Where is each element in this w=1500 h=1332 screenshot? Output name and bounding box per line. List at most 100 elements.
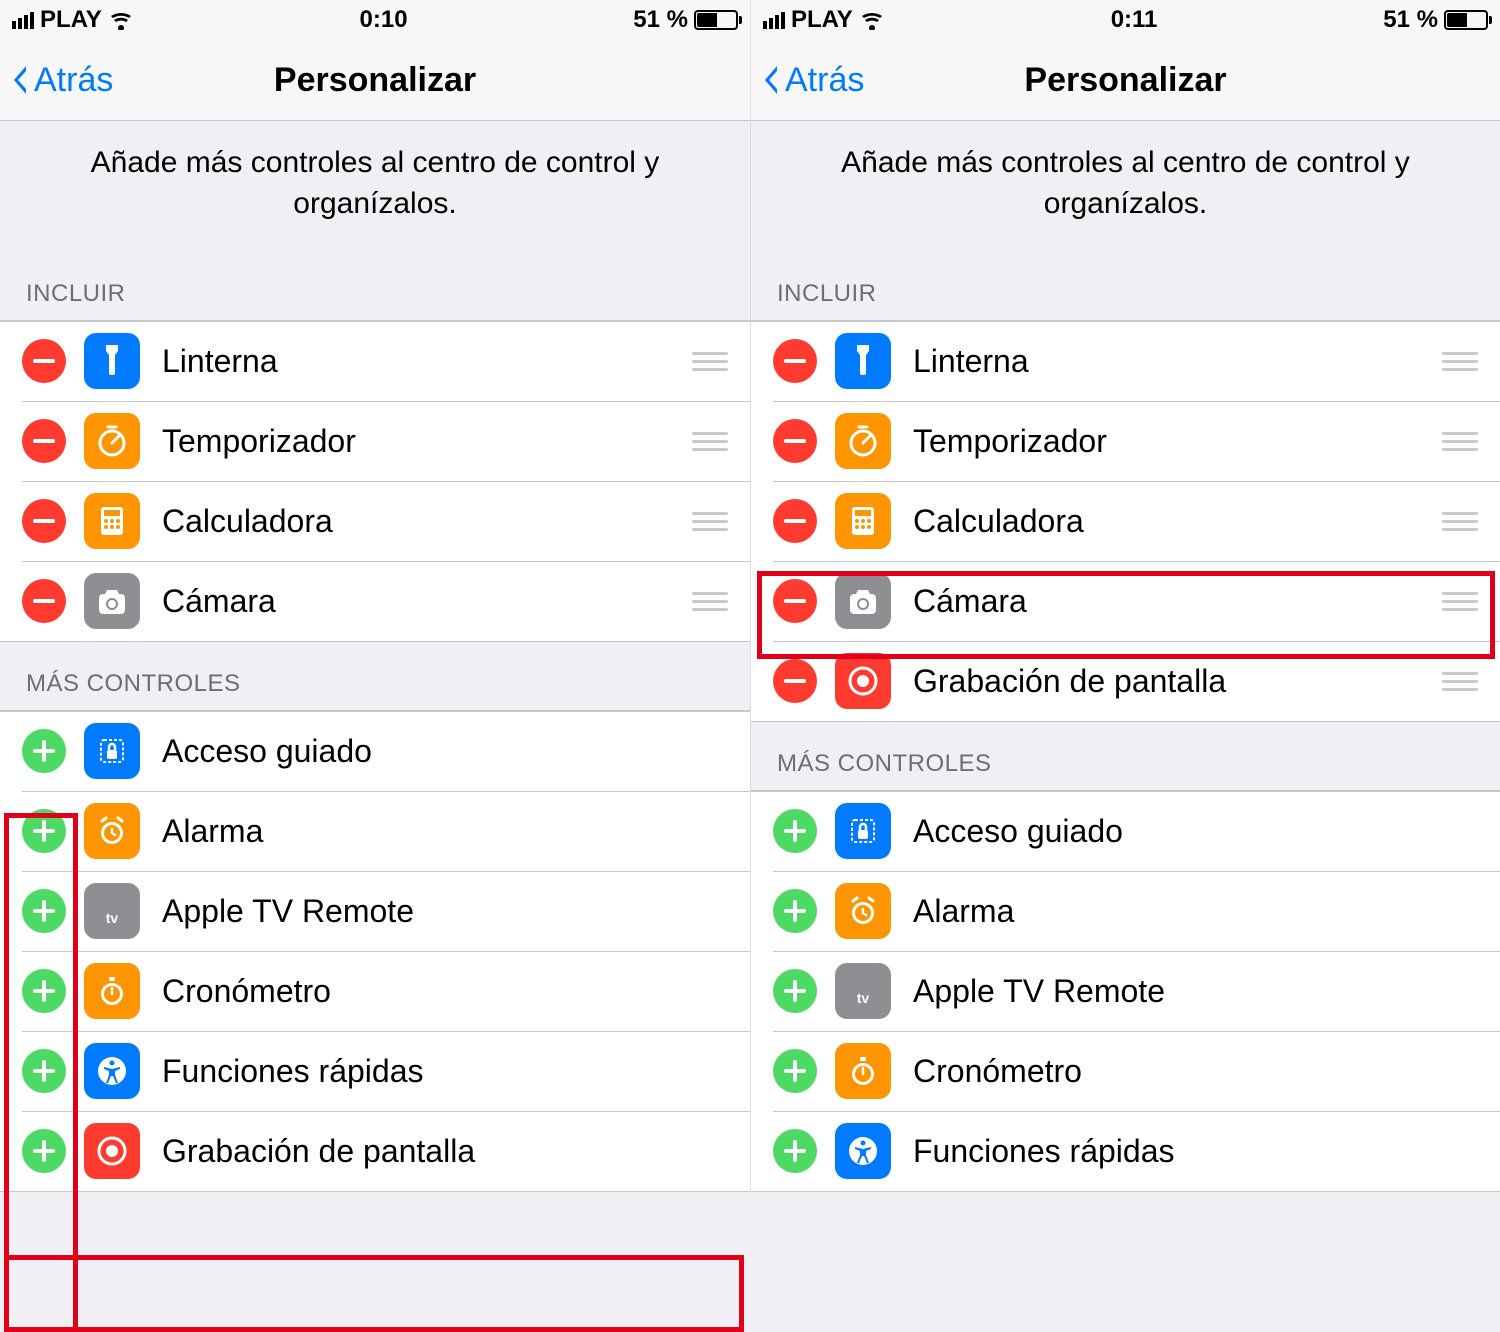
control-row: Acceso guiado bbox=[0, 711, 750, 791]
remove-button[interactable] bbox=[773, 579, 817, 623]
carrier-label: PLAY bbox=[791, 6, 853, 34]
plus-icon bbox=[784, 980, 806, 1002]
flashlight-icon bbox=[84, 333, 140, 389]
plus-icon bbox=[33, 820, 55, 842]
battery-icon bbox=[694, 10, 738, 30]
control-label: Temporizador bbox=[162, 423, 690, 460]
add-button[interactable] bbox=[773, 809, 817, 853]
lock-icon bbox=[84, 723, 140, 779]
status-time: 0:10 bbox=[360, 6, 408, 34]
add-button[interactable] bbox=[773, 969, 817, 1013]
control-label: Apple TV Remote bbox=[162, 893, 750, 930]
control-row: Linterna bbox=[751, 321, 1500, 401]
timer-icon bbox=[84, 413, 140, 469]
nav-bar: Atrás Personalizar bbox=[751, 40, 1500, 121]
control-row: Cronómetro bbox=[751, 1031, 1500, 1111]
minus-icon bbox=[784, 599, 806, 603]
more-list: Acceso guiadoAlarmaApple TV RemoteCronóm… bbox=[0, 710, 750, 1192]
control-label: Cámara bbox=[162, 583, 690, 620]
chevron-left-icon bbox=[8, 62, 32, 98]
control-row: Temporizador bbox=[0, 401, 750, 481]
camera-icon bbox=[84, 573, 140, 629]
remove-button[interactable] bbox=[22, 419, 66, 463]
control-row: Funciones rápidas bbox=[0, 1031, 750, 1111]
minus-icon bbox=[784, 679, 806, 683]
status-bar: PLAY 0:11 51 % bbox=[751, 0, 1500, 40]
minus-icon bbox=[784, 439, 806, 443]
status-bar: PLAY 0:10 51 % bbox=[0, 0, 750, 40]
add-button[interactable] bbox=[22, 1049, 66, 1093]
remove-button[interactable] bbox=[22, 499, 66, 543]
control-label: Cámara bbox=[913, 583, 1440, 620]
control-row: Cámara bbox=[0, 561, 750, 641]
lock-icon bbox=[835, 803, 891, 859]
add-button[interactable] bbox=[22, 889, 66, 933]
page-description: Añade más controles al centro de control… bbox=[751, 121, 1500, 252]
drag-handle[interactable] bbox=[1440, 432, 1480, 451]
section-include-header: INCLUIR bbox=[0, 252, 750, 320]
control-row: Calculadora bbox=[751, 481, 1500, 561]
control-label: Temporizador bbox=[913, 423, 1440, 460]
control-row: Temporizador bbox=[751, 401, 1500, 481]
remove-button[interactable] bbox=[22, 339, 66, 383]
control-row: Apple TV Remote bbox=[0, 871, 750, 951]
section-more-header: MÁS CONTROLES bbox=[751, 722, 1500, 790]
add-button[interactable] bbox=[773, 889, 817, 933]
plus-icon bbox=[33, 980, 55, 1002]
nav-bar: Atrás Personalizar bbox=[0, 40, 750, 121]
alarm-icon bbox=[84, 803, 140, 859]
drag-handle[interactable] bbox=[690, 352, 730, 371]
camera-icon bbox=[835, 573, 891, 629]
add-button[interactable] bbox=[22, 1129, 66, 1173]
add-button[interactable] bbox=[773, 1049, 817, 1093]
drag-handle[interactable] bbox=[1440, 592, 1480, 611]
control-row: Acceso guiado bbox=[751, 791, 1500, 871]
drag-handle[interactable] bbox=[690, 432, 730, 451]
remove-button[interactable] bbox=[22, 579, 66, 623]
flashlight-icon bbox=[835, 333, 891, 389]
minus-icon bbox=[33, 359, 55, 363]
add-button[interactable] bbox=[22, 729, 66, 773]
remove-button[interactable] bbox=[773, 499, 817, 543]
alarm-icon bbox=[835, 883, 891, 939]
drag-handle[interactable] bbox=[690, 512, 730, 531]
stopwatch-icon bbox=[835, 1043, 891, 1099]
control-label: Funciones rápidas bbox=[162, 1053, 750, 1090]
drag-handle[interactable] bbox=[1440, 672, 1480, 691]
include-list: LinternaTemporizadorCalculadoraCámara bbox=[0, 320, 750, 642]
remove-button[interactable] bbox=[773, 419, 817, 463]
phone-right: PLAY 0:11 51 % Atrás Personalizar Añade … bbox=[750, 0, 1500, 1192]
back-label: Atrás bbox=[785, 61, 864, 100]
drag-handle[interactable] bbox=[1440, 512, 1480, 531]
remove-button[interactable] bbox=[773, 659, 817, 703]
battery-percent: 51 % bbox=[633, 6, 688, 34]
wifi-icon bbox=[108, 10, 134, 30]
screenshot-container: PLAY 0:10 51 % Atrás Personalizar Añade … bbox=[0, 0, 1500, 1192]
control-label: Apple TV Remote bbox=[913, 973, 1500, 1010]
control-row: Apple TV Remote bbox=[751, 951, 1500, 1031]
back-button[interactable]: Atrás bbox=[0, 61, 113, 100]
page-description: Añade más controles al centro de control… bbox=[0, 121, 750, 252]
battery-icon bbox=[1444, 10, 1488, 30]
add-button[interactable] bbox=[22, 809, 66, 853]
plus-icon bbox=[33, 1140, 55, 1162]
appletv-icon bbox=[835, 963, 891, 1019]
control-row: Funciones rápidas bbox=[751, 1111, 1500, 1191]
back-button[interactable]: Atrás bbox=[751, 61, 864, 100]
more-list: Acceso guiadoAlarmaApple TV RemoteCronóm… bbox=[751, 790, 1500, 1192]
drag-handle[interactable] bbox=[1440, 352, 1480, 371]
plus-icon bbox=[784, 1060, 806, 1082]
highlight-screen-record-row bbox=[4, 1255, 744, 1332]
control-label: Grabación de pantalla bbox=[913, 663, 1440, 700]
calculator-icon bbox=[835, 493, 891, 549]
control-label: Cronómetro bbox=[913, 1053, 1500, 1090]
plus-icon bbox=[784, 900, 806, 922]
control-label: Calculadora bbox=[162, 503, 690, 540]
phone-left: PLAY 0:10 51 % Atrás Personalizar Añade … bbox=[0, 0, 750, 1192]
add-button[interactable] bbox=[22, 969, 66, 1013]
plus-icon bbox=[33, 900, 55, 922]
minus-icon bbox=[33, 519, 55, 523]
add-button[interactable] bbox=[773, 1129, 817, 1173]
remove-button[interactable] bbox=[773, 339, 817, 383]
drag-handle[interactable] bbox=[690, 592, 730, 611]
